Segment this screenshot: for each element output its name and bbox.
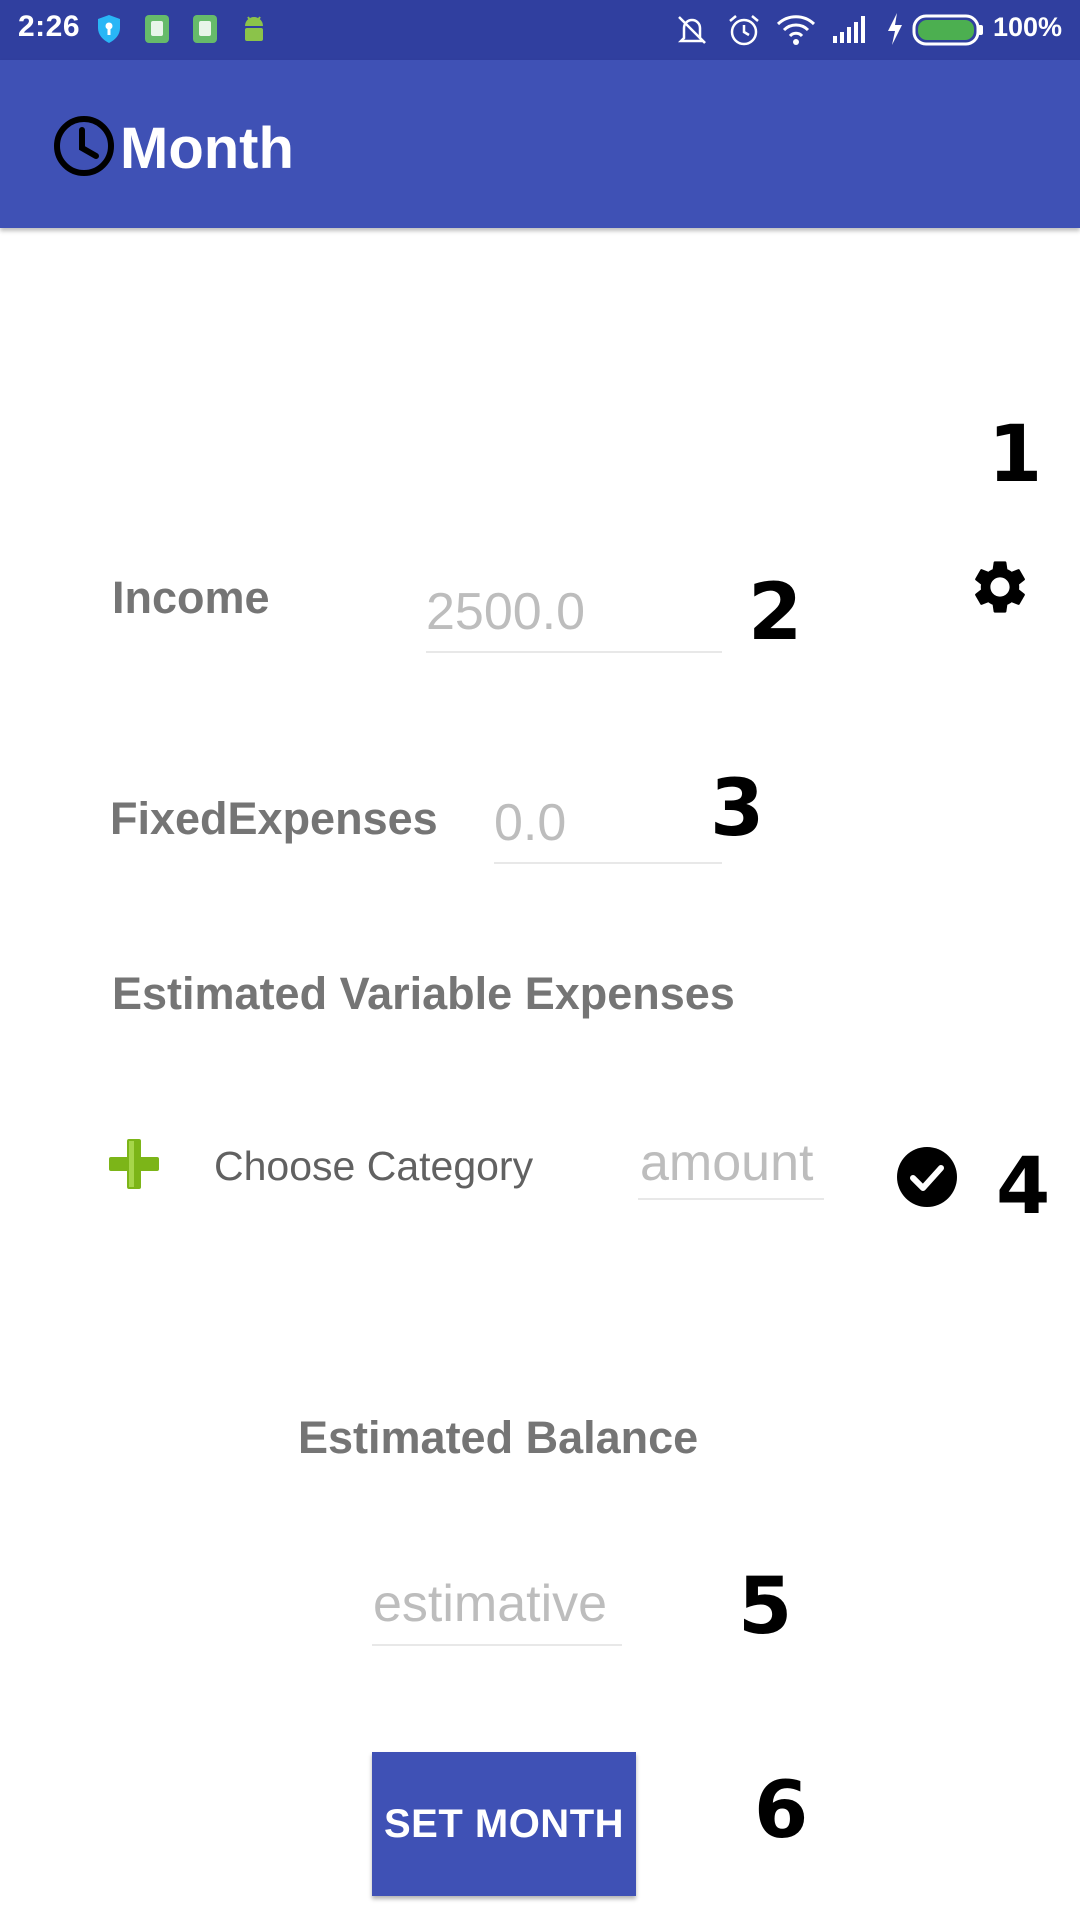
- clock-icon: [54, 116, 114, 176]
- variable-expenses-title: Estimated Variable Expenses: [112, 968, 735, 1019]
- annotation-marker-1: 1: [988, 410, 1043, 500]
- android-icon: [245, 16, 263, 41]
- income-input-underline: [426, 651, 722, 653]
- battery-percent: 100%: [992, 12, 1062, 42]
- app-bar: Month: [0, 60, 1080, 228]
- mute-icon: [677, 16, 707, 44]
- alarm-icon: [729, 15, 759, 46]
- set-month-button[interactable]: SET MONTH: [372, 1752, 636, 1896]
- fixed-expenses-label: FixedExpenses: [110, 793, 438, 844]
- estimated-balance-input[interactable]: estimative: [373, 1574, 607, 1634]
- gear-icon[interactable]: [968, 555, 1032, 619]
- wifi-icon: [776, 15, 816, 45]
- amount-input[interactable]: amount: [640, 1133, 813, 1193]
- sim-icon: [145, 15, 169, 43]
- annotation-marker-3: 3: [710, 764, 765, 854]
- fixed-expenses-input-underline: [494, 862, 722, 864]
- shield-icon: [98, 15, 120, 43]
- annotation-marker-6: 6: [754, 1766, 809, 1856]
- page-title: Month: [120, 116, 294, 181]
- estimated-balance-title: Estimated Balance: [298, 1412, 699, 1463]
- income-label: Income: [112, 572, 270, 623]
- battery-icon: [912, 14, 983, 46]
- fixed-expenses-input[interactable]: 0.0: [494, 793, 566, 853]
- plus-icon[interactable]: [106, 1136, 162, 1192]
- annotation-marker-5: 5: [738, 1562, 793, 1652]
- category-select[interactable]: Choose Category: [214, 1143, 533, 1190]
- check-circle-icon[interactable]: [896, 1146, 958, 1208]
- estimated-balance-underline: [372, 1644, 622, 1646]
- status-time: 2:26: [18, 10, 81, 43]
- amount-input-underline: [638, 1198, 824, 1200]
- income-input[interactable]: 2500.0: [426, 582, 585, 642]
- signal-icon: [833, 16, 865, 43]
- annotation-marker-2: 2: [748, 568, 803, 658]
- status-bar: 2:26 100%: [0, 0, 1080, 60]
- charging-icon: [888, 13, 902, 45]
- sim-icon: [193, 15, 217, 43]
- annotation-marker-4: 4: [996, 1142, 1051, 1232]
